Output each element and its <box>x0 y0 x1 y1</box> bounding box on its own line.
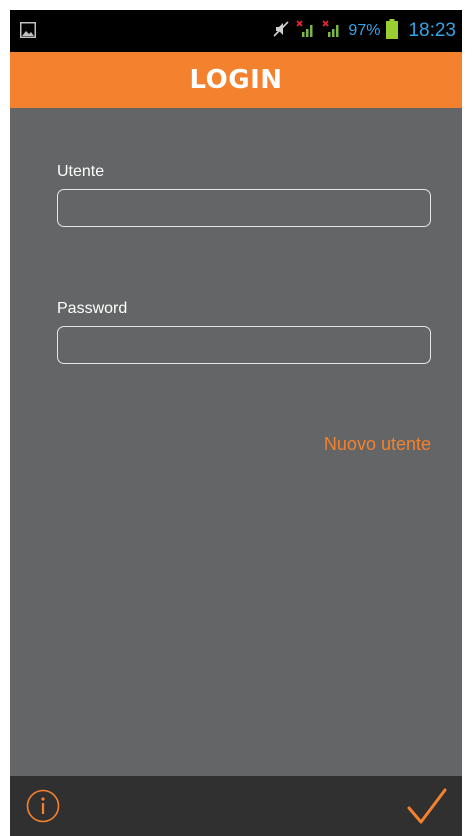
confirm-button[interactable] <box>406 786 448 828</box>
password-input[interactable] <box>57 326 431 364</box>
new-user-link[interactable]: Nuovo utente <box>324 434 431 455</box>
bottom-bar <box>10 776 462 836</box>
battery-percent: 97% <box>348 22 381 39</box>
battery-icon <box>386 18 399 44</box>
no-signal-icon <box>296 19 316 44</box>
gallery-icon <box>20 22 36 38</box>
status-icons: 97% 18:23 <box>272 10 456 52</box>
clock: 18:23 <box>408 20 456 41</box>
mute-icon <box>272 20 290 43</box>
info-icon <box>26 789 60 823</box>
status-bar: 97% 18:23 <box>10 10 462 52</box>
checkmark-icon <box>407 788 447 824</box>
info-button[interactable] <box>26 789 60 823</box>
app-screen: 97% 18:23 LOGIN Utente Password Nuovo ut… <box>10 10 462 836</box>
password-label: Password <box>57 300 128 317</box>
username-label: Utente <box>57 163 105 180</box>
no-signal-icon <box>322 19 342 44</box>
username-input[interactable] <box>57 189 431 227</box>
header-bar: LOGIN <box>10 52 462 108</box>
page-title: LOGIN <box>189 65 283 95</box>
